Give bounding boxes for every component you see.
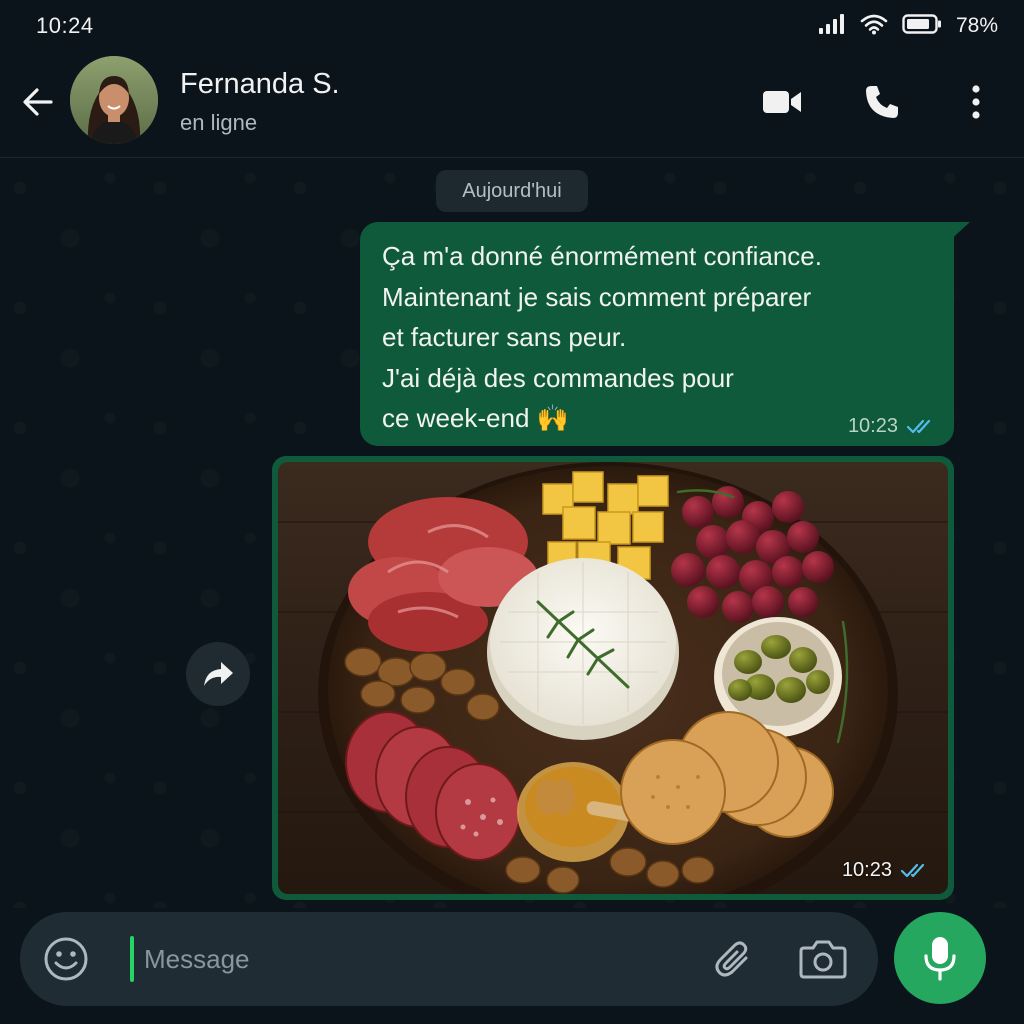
more-vertical-icon xyxy=(972,85,980,119)
forward-button[interactable] xyxy=(186,642,250,706)
microphone-icon xyxy=(924,937,956,981)
outgoing-text-message[interactable]: Ça m'a donné énormément confiance. Maint… xyxy=(360,222,954,446)
video-call-button[interactable] xyxy=(758,78,806,126)
back-button[interactable] xyxy=(18,82,58,122)
message-line: Ça m'a donné énormément confiance. xyxy=(382,241,822,271)
message-meta: 10:23 xyxy=(848,415,936,438)
charcuterie-board-photo[interactable]: 10:23 xyxy=(278,462,948,894)
voice-call-button[interactable] xyxy=(858,78,906,126)
attach-button[interactable] xyxy=(710,936,758,984)
text-caret xyxy=(130,936,134,982)
message-input-bar xyxy=(20,912,878,1006)
battery-percent: 78% xyxy=(955,14,998,37)
read-ticks-icon xyxy=(900,863,925,877)
message-line: Maintenant je sais comment préparer xyxy=(382,281,812,312)
contact-status: en ligne xyxy=(180,110,258,135)
message-time: 10:23 xyxy=(847,415,898,437)
message-line: J'ai déjà des commandes pour xyxy=(382,362,734,393)
status-time: 10:24 xyxy=(36,13,94,38)
emoji-icon xyxy=(44,937,88,981)
status-icons: 78% xyxy=(818,13,998,40)
battery-icon xyxy=(902,13,942,40)
avatar[interactable] xyxy=(70,56,158,144)
signal-icon xyxy=(818,13,846,40)
message-input[interactable] xyxy=(144,932,704,986)
phone-icon xyxy=(866,86,898,118)
contact-name[interactable]: Fernanda S. xyxy=(180,68,340,101)
attach-icon xyxy=(715,941,748,977)
chat-area[interactable]: Aujourd'hui Ça m'a donné énormément conf… xyxy=(0,158,1024,908)
message-line: et facturer sans peur. xyxy=(382,322,627,352)
chat-header: Fernanda S. en ligne xyxy=(0,52,1024,158)
camera-button[interactable] xyxy=(798,936,848,984)
video-call-icon xyxy=(763,91,801,113)
emoji-button[interactable] xyxy=(42,935,90,983)
image-meta: 10:23 xyxy=(842,859,930,882)
forward-icon xyxy=(204,662,233,686)
camera-icon xyxy=(799,940,847,979)
back-arrow-icon xyxy=(23,88,53,116)
more-options-button[interactable] xyxy=(952,78,1000,126)
image-time: 10:23 xyxy=(841,859,892,881)
read-ticks-icon xyxy=(906,419,931,433)
status-bar: 10:24 78% xyxy=(0,0,1024,52)
outgoing-image-message[interactable]: 10:23 xyxy=(272,456,954,900)
microphone-button[interactable] xyxy=(894,912,986,1004)
date-chip: Aujourd'hui xyxy=(436,170,588,212)
wifi-icon xyxy=(860,13,888,40)
